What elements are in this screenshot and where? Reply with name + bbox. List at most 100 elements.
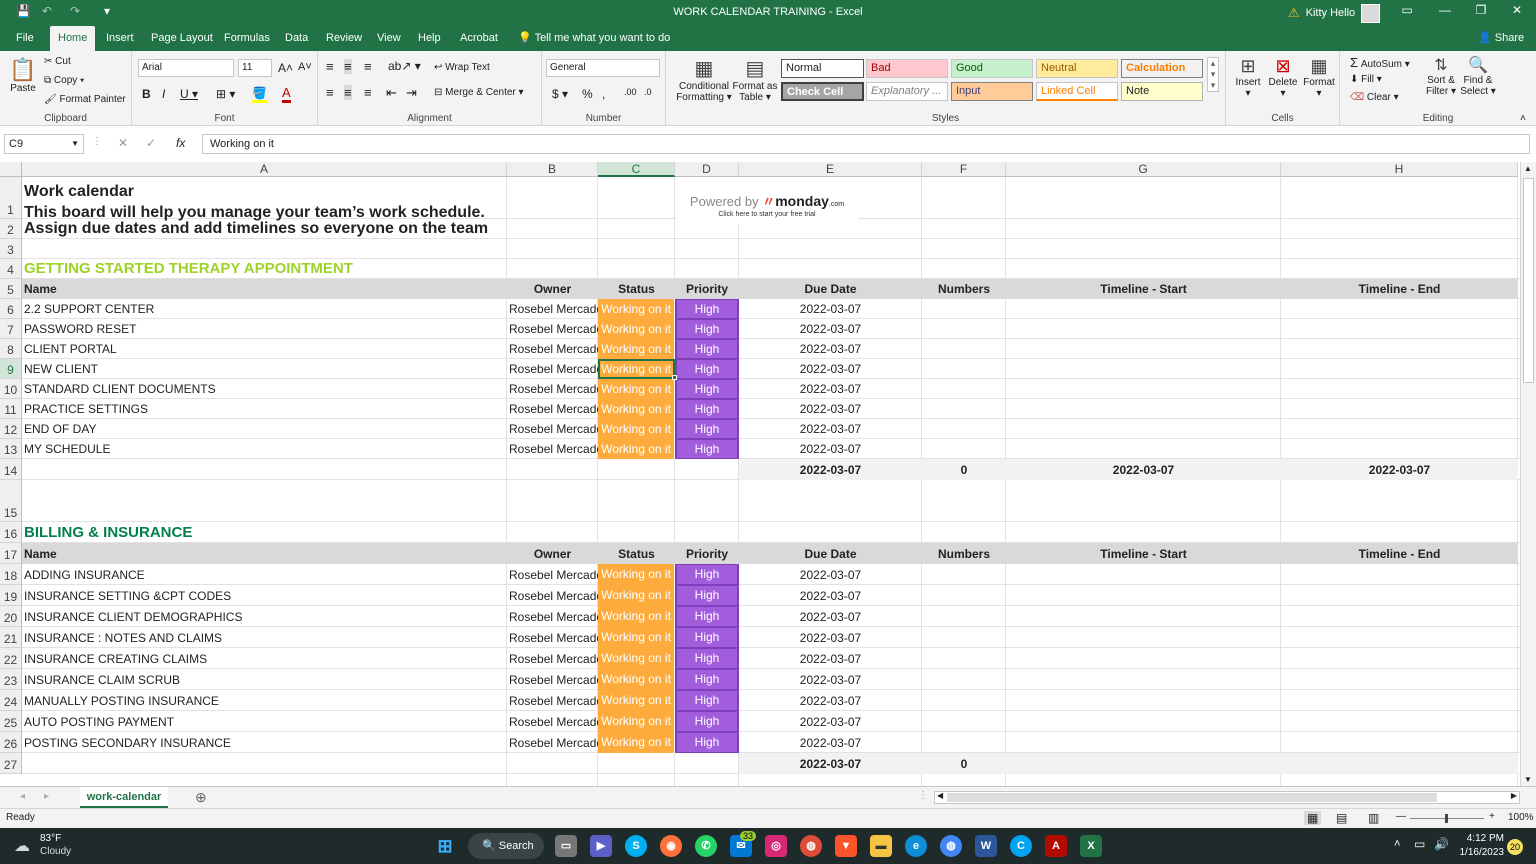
task-name[interactable]: CLIENT PORTAL (22, 339, 507, 359)
due-date-cell[interactable]: 2022-03-07 (739, 649, 922, 669)
row-header-11[interactable]: 11 (0, 399, 22, 419)
row-header-13[interactable]: 13 (0, 439, 22, 459)
font-name-select[interactable]: Arial (138, 59, 234, 77)
row-header-24[interactable]: 24 (0, 690, 22, 711)
row-header-27[interactable]: 27 (0, 753, 22, 774)
row-header-21[interactable]: 21 (0, 627, 22, 648)
row-header-2[interactable]: 2 (0, 219, 22, 239)
priority-cell[interactable]: High (675, 439, 739, 459)
owner-cell[interactable]: Rosebel Mercado (507, 419, 598, 439)
chrome-profile-icon[interactable]: ◍ (940, 835, 962, 857)
row-header-20[interactable]: 20 (0, 606, 22, 627)
column-header-b[interactable]: B (507, 162, 598, 177)
row-header-19[interactable]: 19 (0, 585, 22, 606)
status-cell[interactable]: Working on it (598, 319, 675, 339)
row-header-12[interactable]: 12 (0, 419, 22, 439)
priority-cell[interactable]: High (675, 339, 739, 359)
owner-cell[interactable]: Rosebel Mercado (507, 359, 598, 379)
autosum-button[interactable]: Σ AutoSum ▾ (1350, 55, 1410, 70)
align-left-icon[interactable]: ≡ (326, 85, 334, 100)
priority-cell[interactable]: High (675, 399, 739, 419)
conditional-formatting-button[interactable]: ▦ Conditional Formatting ▾ (676, 56, 732, 103)
word-icon[interactable]: W (975, 835, 997, 857)
next-sheet-icon[interactable]: ▸ (44, 791, 49, 802)
page-layout-view-icon[interactable]: ▤ (1336, 811, 1347, 825)
format-cells-button[interactable]: ▦ Format ▾ (1302, 56, 1336, 99)
priority-cell[interactable]: High (675, 299, 739, 319)
task-name[interactable]: NEW CLIENT (22, 359, 507, 379)
priority-cell[interactable]: High (675, 419, 739, 439)
wrap-text-button[interactable]: ↩ Wrap Text (434, 62, 490, 73)
network-icon[interactable]: ▭ (1414, 837, 1425, 851)
task-name[interactable]: INSURANCE SETTING &CPT CODES (22, 586, 507, 606)
comma-icon[interactable]: , (602, 87, 605, 101)
file-explorer-icon[interactable]: ▬ (870, 835, 892, 857)
page-break-view-icon[interactable]: ▥ (1368, 811, 1379, 825)
spreadsheet-grid[interactable]: A B C D E F G H 1 2 3 4 5 6 7 8 9 10 11 12 13 14 15 16 17 18 19 20 2… (0, 162, 1520, 786)
column-header-e[interactable]: E (739, 162, 922, 177)
normal-view-icon[interactable]: ▦ (1304, 811, 1322, 825)
undo-icon[interactable]: ↶ (42, 4, 52, 18)
italic-icon[interactable]: I (162, 87, 165, 101)
column-header-c[interactable]: C (598, 162, 675, 177)
style-bad[interactable]: Bad (866, 59, 948, 78)
status-cell[interactable]: Working on it (598, 585, 675, 606)
row-header-3[interactable]: 3 (0, 239, 22, 259)
row-header-23[interactable]: 23 (0, 669, 22, 690)
start-icon[interactable]: ⊞ (434, 835, 456, 857)
owner-cell[interactable]: Rosebel Mercado (507, 691, 598, 711)
priority-cell[interactable]: High (675, 379, 739, 399)
weather-temp[interactable]: 83°F (40, 833, 61, 844)
split-handle-icon[interactable]: ⋮ (918, 790, 928, 801)
owner-cell[interactable]: Rosebel Mercado (507, 565, 598, 585)
collapse-ribbon-icon[interactable]: ˄ (1520, 113, 1526, 124)
priority-cell[interactable]: High (675, 648, 739, 669)
fill-handle[interactable] (672, 375, 677, 380)
vertical-scroll-thumb[interactable] (1523, 178, 1534, 383)
formula-input[interactable]: Working on it (202, 134, 1530, 154)
clock-time[interactable]: 4:12 PM (1464, 833, 1504, 844)
tab-view[interactable]: View (369, 26, 409, 51)
due-date-cell[interactable]: 2022-03-07 (739, 712, 922, 732)
style-calculation[interactable]: Calculation (1121, 59, 1203, 78)
style-check-cell[interactable]: Check Cell (781, 82, 864, 101)
priority-cell[interactable]: High (675, 711, 739, 732)
owner-cell[interactable]: Rosebel Mercado (507, 649, 598, 669)
due-date-cell[interactable]: 2022-03-07 (739, 399, 922, 419)
priority-cell[interactable]: High (675, 564, 739, 585)
close-icon[interactable]: ✕ (1502, 3, 1532, 23)
borders-icon[interactable]: ⊞ ▾ (216, 87, 235, 101)
status-cell[interactable]: Working on it (598, 711, 675, 732)
zoom-level[interactable]: 100% (1508, 812, 1534, 823)
column-header-g[interactable]: G (1006, 162, 1281, 177)
task-view-icon[interactable]: ▭ (555, 835, 577, 857)
horizontal-scroll-thumb[interactable] (947, 793, 1437, 802)
tab-acrobat[interactable]: Acrobat (452, 26, 506, 51)
due-date-cell[interactable]: 2022-03-07 (739, 359, 922, 379)
priority-cell[interactable]: High (675, 669, 739, 690)
status-cell[interactable]: Working on it (598, 690, 675, 711)
sheet-tab-work-calendar[interactable]: work-calendar (80, 787, 168, 808)
row-header-8[interactable]: 8 (0, 339, 22, 359)
due-date-cell[interactable]: 2022-03-07 (739, 439, 922, 459)
due-date-cell[interactable]: 2022-03-07 (739, 299, 922, 319)
task-name[interactable]: 2.2 SUPPORT CENTER (22, 299, 507, 319)
style-normal[interactable]: Normal (781, 59, 864, 78)
fill-color-icon[interactable]: 🪣 (252, 86, 267, 103)
due-date-cell[interactable]: 2022-03-07 (739, 379, 922, 399)
task-name[interactable]: ADDING INSURANCE (22, 565, 507, 585)
priority-cell[interactable]: High (675, 732, 739, 753)
align-top-icon[interactable]: ≡ (326, 59, 334, 74)
tab-help[interactable]: Help (410, 26, 449, 51)
format-painter-button[interactable]: 🖌 Format Painter (44, 94, 126, 105)
zoom-slider[interactable] (1410, 814, 1484, 823)
tell-me-box[interactable]: 💡 Tell me what you want to do (510, 26, 678, 51)
status-cell[interactable]: Working on it (598, 419, 675, 439)
row-header-26[interactable]: 26 (0, 732, 22, 753)
style-explanatory[interactable]: Explanatory ... (866, 82, 948, 101)
brave-icon[interactable]: ▼ (835, 835, 857, 857)
ribbon-display-icon[interactable]: ▭ (1392, 3, 1422, 23)
firefox-icon[interactable]: ◉ (660, 835, 682, 857)
currency-icon[interactable]: $ ▾ (552, 87, 568, 101)
row-header-5[interactable]: 5 (0, 279, 22, 299)
